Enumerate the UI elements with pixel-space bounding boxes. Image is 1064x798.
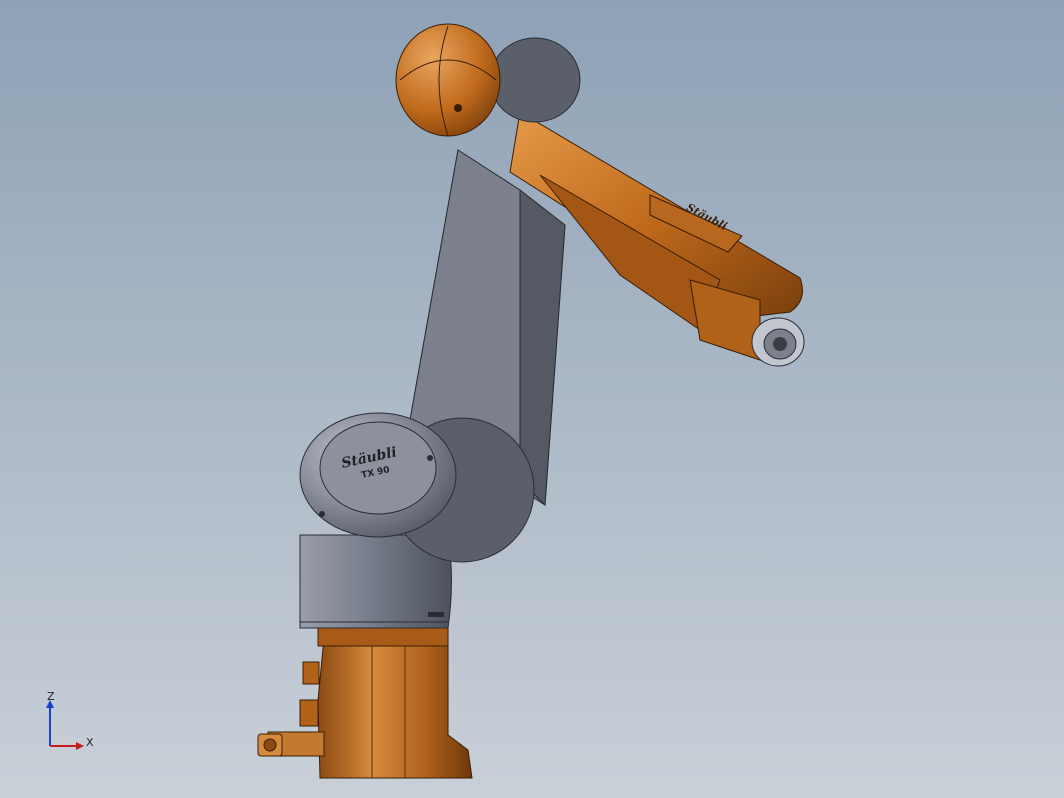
triad-axes <box>46 700 84 750</box>
graphics-viewport[interactable]: Stäubli TX 90 Stäubli Z X <box>0 0 1064 798</box>
coordinate-triad: Z X <box>36 690 106 764</box>
x-axis-label: X <box>86 736 94 749</box>
z-axis-label: Z <box>47 690 55 703</box>
robot-base <box>257 627 473 779</box>
robot-model[interactable]: Stäubli TX 90 Stäubli <box>0 0 1064 798</box>
robot-elbow <box>395 23 581 137</box>
